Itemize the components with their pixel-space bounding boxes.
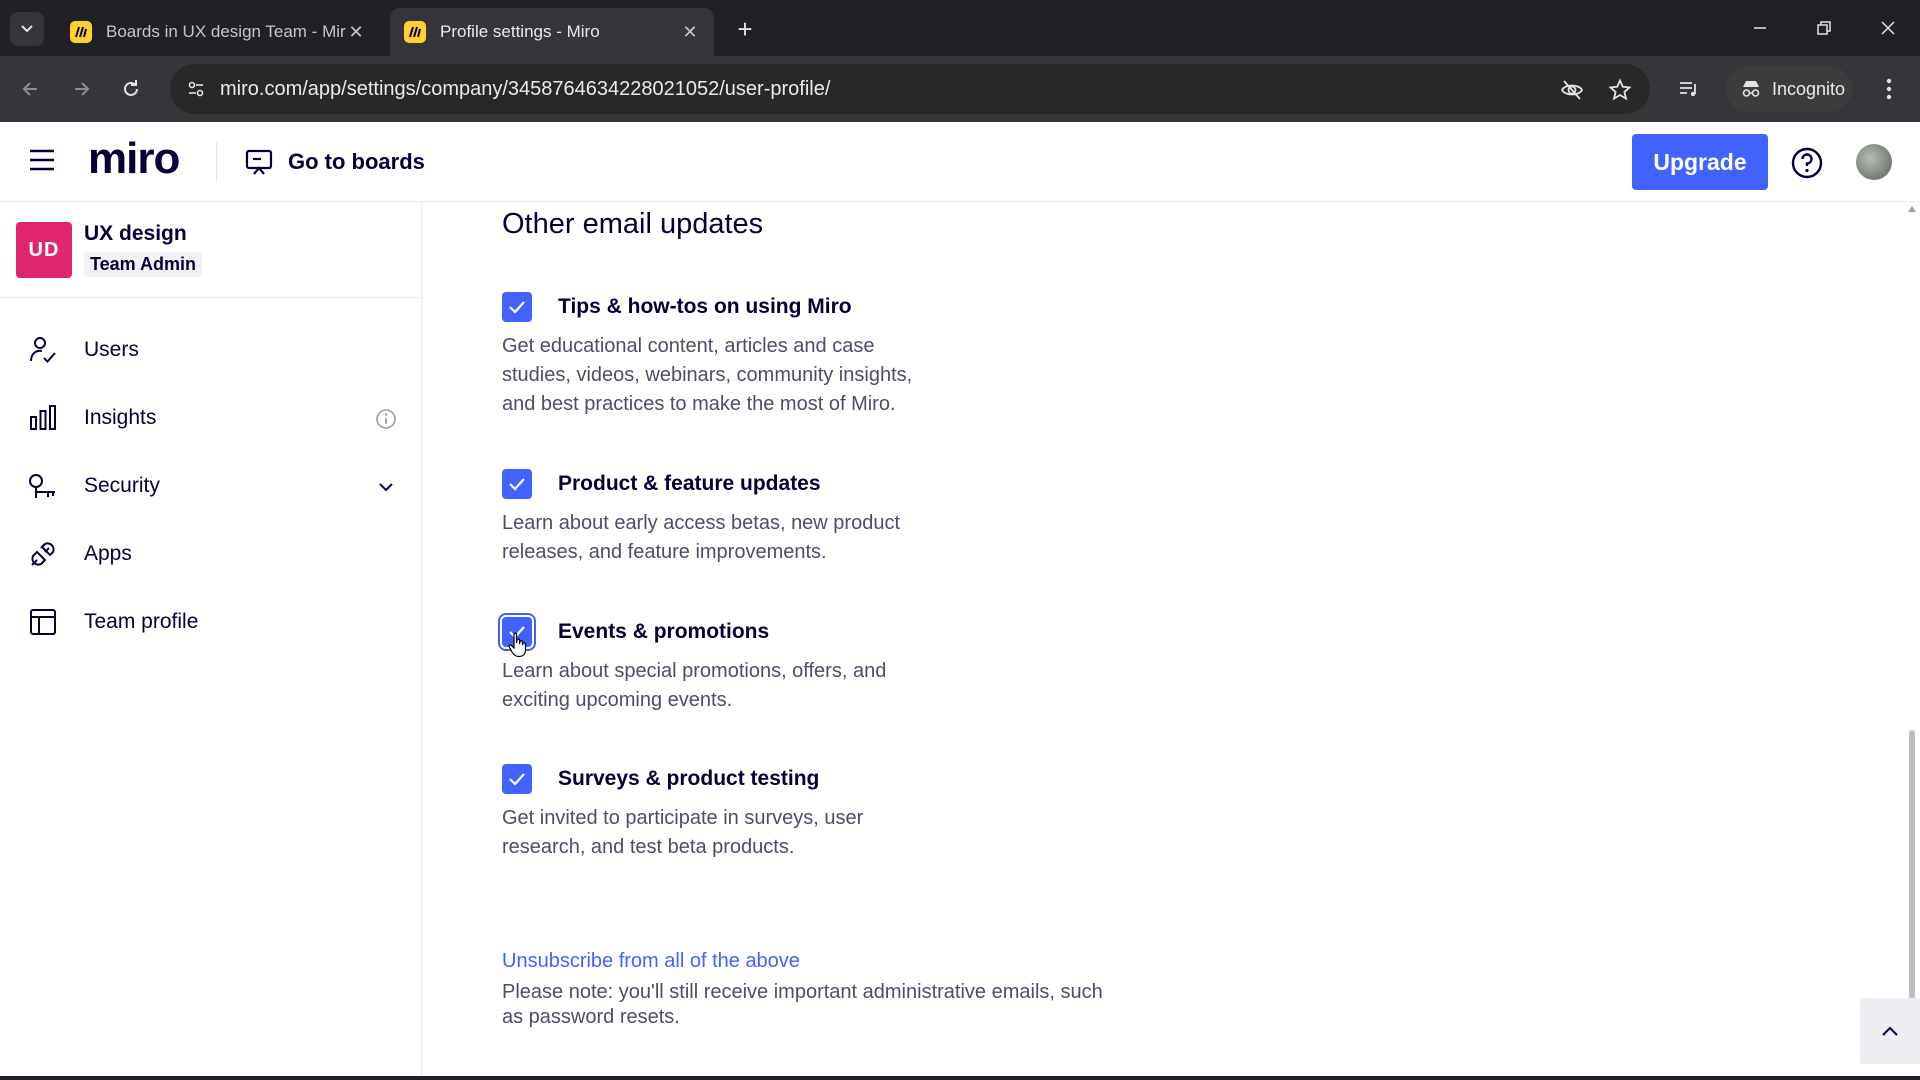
check-icon [509, 773, 525, 786]
tips-checkbox[interactable] [502, 292, 532, 322]
miro-logo[interactable]: miro [88, 134, 180, 184]
sidebar-item-security[interactable]: Security [0, 458, 422, 514]
option-title: Product & feature updates [558, 472, 821, 495]
option-title: Events & promotions [558, 620, 770, 643]
team-header: UD UX design Team Admin [0, 202, 422, 298]
close-icon[interactable]: ✕ [346, 22, 366, 43]
restore-button[interactable] [1804, 10, 1844, 46]
hamburger-icon [30, 149, 54, 171]
hand-cursor-icon [508, 632, 527, 658]
product-updates-checkbox[interactable] [502, 469, 532, 499]
chevron-up-icon [1882, 1026, 1898, 1036]
incognito-icon [1742, 81, 1760, 97]
plug-icon [31, 542, 55, 566]
media-controls-button[interactable] [1672, 72, 1706, 106]
go-to-boards-label: Go to boards [288, 149, 425, 174]
info-icon[interactable] [374, 407, 398, 431]
tab-title: Boards in UX design Team - Miro [106, 22, 346, 41]
option-description: Learn about early access betas, new prod… [502, 512, 901, 563]
window-bottom-edge [0, 1076, 1920, 1080]
close-icon [1881, 21, 1895, 35]
sidebar-item-team-profile[interactable]: Team profile [0, 594, 422, 650]
team-badge: UD [16, 222, 72, 278]
upgrade-button[interactable]: Upgrade [1632, 134, 1768, 190]
help-icon [1791, 147, 1823, 179]
section-title: Other email updates [502, 208, 764, 240]
user-check-icon [30, 337, 56, 363]
address-bar[interactable]: miro.com/app/settings/company/3458764634… [170, 64, 1650, 114]
incognito-indicator[interactable]: Incognito [1726, 66, 1852, 112]
unsubscribe-all-link[interactable]: Unsubscribe from all of the above [502, 950, 800, 973]
close-window-button[interactable] [1868, 10, 1908, 46]
team-role-badge: Team Admin [84, 252, 203, 277]
go-to-boards-button[interactable]: Go to boards [244, 144, 425, 180]
team-name: UX design [84, 222, 187, 245]
option-description: Learn about special promotions, offers, … [502, 660, 887, 711]
settings-sidebar: UD UX design Team Admin Users Insights S… [0, 202, 422, 1080]
close-icon[interactable]: ✕ [680, 22, 700, 43]
key-icon [29, 474, 55, 498]
arrow-right-icon [75, 82, 90, 96]
playlist-icon [1680, 82, 1696, 97]
app-header: miro Go to boards Upgrade [0, 122, 1920, 202]
sidebar-item-label: Security [84, 474, 160, 497]
option-title: Surveys & product testing [558, 767, 820, 790]
more-vertical-icon [1886, 78, 1892, 100]
incognito-label: Incognito [1772, 78, 1846, 99]
miro-favicon-icon [70, 21, 92, 43]
back-button[interactable] [14, 72, 48, 106]
chevron-down-icon[interactable] [374, 475, 398, 499]
sidebar-item-label: Users [84, 338, 139, 361]
surveys-checkbox[interactable] [502, 764, 532, 794]
arrow-left-icon [22, 82, 37, 96]
email-settings-panel: Other email updates Tips & how-tos on us… [456, 202, 1874, 1080]
unsubscribe-note: Please note: you'll still receive import… [502, 981, 1103, 1028]
forward-button[interactable] [64, 72, 98, 106]
sidebar-item-insights[interactable]: Insights [0, 390, 422, 446]
sidebar-item-label: Team profile [84, 610, 199, 633]
menu-button[interactable] [28, 148, 60, 176]
site-info-button[interactable] [180, 73, 212, 105]
restore-icon [1817, 21, 1831, 35]
tab-title: Profile settings - Miro [440, 22, 600, 41]
minimize-icon [1754, 27, 1766, 29]
sidebar-item-label: Insights [84, 406, 157, 429]
browser-tab-profile-settings[interactable]: Profile settings - Miro ✕ [390, 8, 714, 56]
browser-tab-boards[interactable]: Boards in UX design Team - Miro ✕ [56, 8, 380, 56]
browser-toolbar: miro.com/app/settings/company/3458764634… [0, 56, 1920, 122]
reload-icon [124, 80, 138, 96]
new-tab-button[interactable]: + [730, 14, 760, 44]
sidebar-item-label: Apps [84, 542, 132, 565]
header-divider [216, 142, 217, 182]
sidebar-item-users[interactable]: Users [0, 322, 422, 378]
miro-favicon-icon [404, 21, 426, 43]
reload-button[interactable] [114, 72, 148, 106]
avatar[interactable] [1856, 144, 1892, 180]
browser-menu-button[interactable] [1872, 72, 1906, 106]
option-description: Get educational content, articles and ca… [502, 335, 913, 415]
board-icon [245, 149, 273, 175]
help-button[interactable] [1790, 146, 1824, 180]
sidebar-item-apps[interactable]: Apps [0, 526, 422, 582]
layout-icon [30, 609, 56, 635]
bar-chart-icon [30, 405, 56, 430]
tab-search-button[interactable] [10, 12, 44, 46]
check-icon [509, 301, 525, 314]
star-icon[interactable] [1606, 76, 1634, 104]
check-icon [509, 478, 525, 491]
option-description: Get invited to participate in surveys, u… [502, 807, 864, 858]
option-title: Tips & how-tos on using Miro [558, 295, 852, 318]
url-text[interactable]: miro.com/app/settings/company/3458764634… [220, 78, 830, 101]
minimize-button[interactable] [1740, 10, 1780, 46]
eye-off-icon[interactable] [1558, 76, 1586, 104]
browser-tab-bar: Boards in UX design Team - Miro ✕ Profil… [0, 0, 1920, 56]
scroll-up-icon[interactable] [1908, 206, 1916, 212]
chevron-down-icon [21, 25, 33, 33]
back-to-top-button[interactable] [1860, 998, 1920, 1064]
tune-icon [188, 81, 204, 97]
page-scrollbar[interactable] [1904, 202, 1920, 1080]
